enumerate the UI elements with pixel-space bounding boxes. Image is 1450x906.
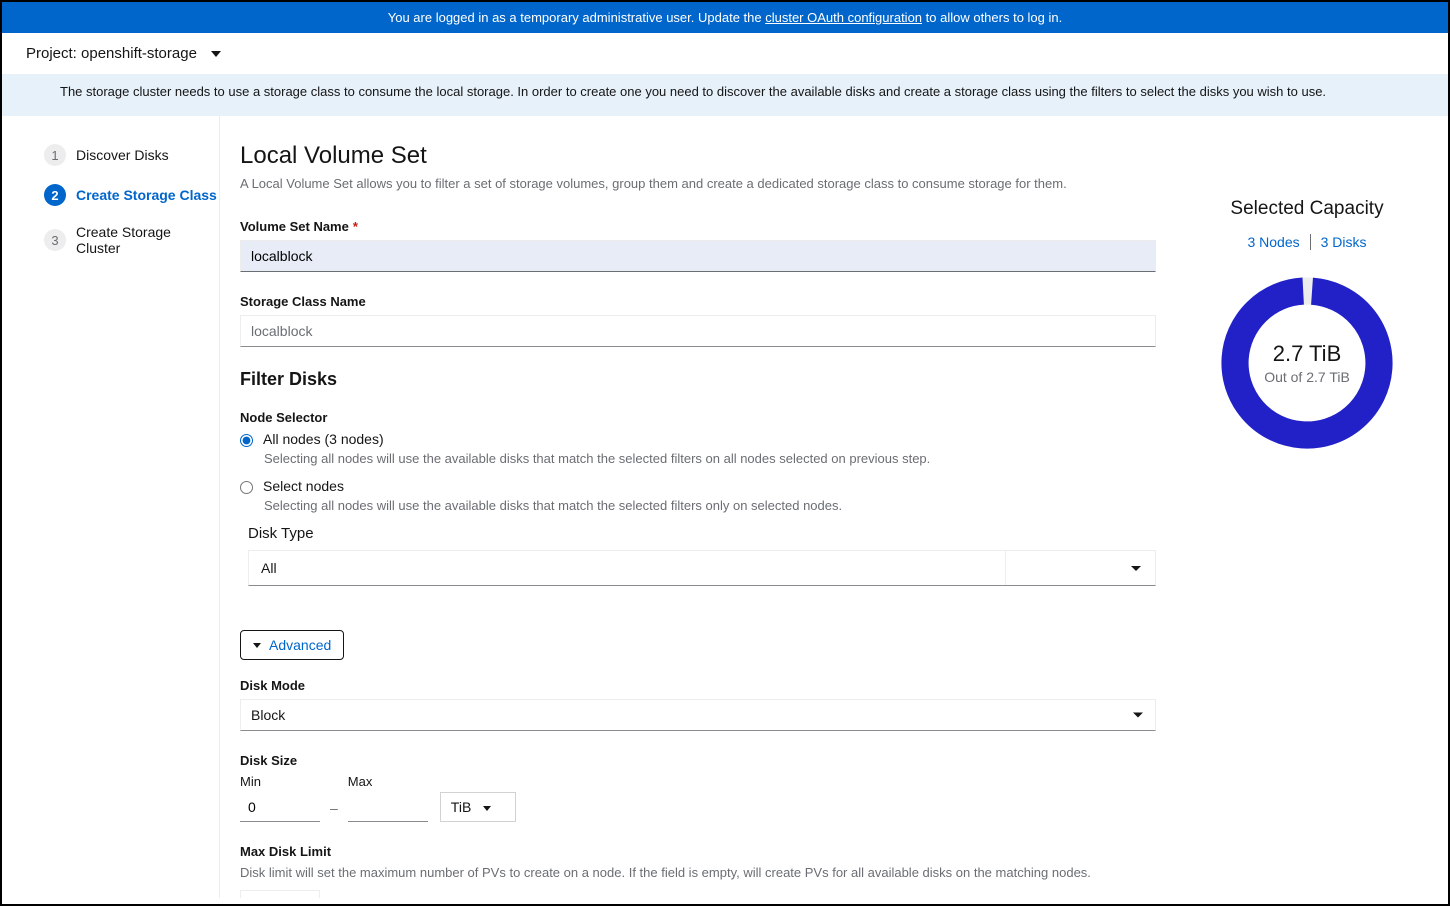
disk-type-value: All [261, 560, 277, 576]
disk-size-unit-select[interactable]: TiB [440, 792, 516, 822]
wizard-step-create-storage-class[interactable]: 2 Create Storage Class [44, 184, 219, 206]
donut-value: 2.7 TiB [1264, 341, 1350, 367]
radio-all-nodes-label: All nodes (3 nodes) [263, 431, 384, 447]
radio-select-nodes-input[interactable] [240, 481, 253, 494]
advanced-toggle[interactable]: Advanced [240, 630, 344, 660]
advanced-toggle-label: Advanced [269, 637, 331, 653]
nodes-link[interactable]: 3 Nodes [1237, 234, 1310, 250]
max-disk-limit-help: Disk limit will set the maximum number o… [240, 865, 1156, 880]
step-label: Discover Disks [76, 147, 169, 163]
filter-disks-heading: Filter Disks [240, 369, 1156, 390]
radio-select-nodes-label: Select nodes [263, 478, 344, 494]
step-number: 1 [44, 144, 66, 166]
wizard-sidebar: 1 Discover Disks 2 Create Storage Class … [2, 116, 220, 898]
banner-oauth-link[interactable]: cluster OAuth configuration [765, 10, 922, 25]
radio-all-nodes-input[interactable] [240, 434, 253, 447]
disk-type-label: Disk Type [248, 525, 1156, 542]
donut-subtext: Out of 2.7 TiB [1264, 369, 1350, 385]
required-indicator: * [353, 219, 358, 234]
project-label: Project: openshift-storage [26, 45, 197, 62]
page-title: Local Volume Set [240, 142, 1156, 170]
disk-mode-select[interactable]: Block [240, 699, 1156, 731]
page-description: A Local Volume Set allows you to filter … [240, 176, 1156, 191]
max-disk-limit-input[interactable] [240, 890, 320, 898]
step-label: Create Storage Cluster [76, 224, 219, 256]
volume-set-name-label: Volume Set Name * [240, 219, 1156, 234]
selected-capacity-title: Selected Capacity [1186, 198, 1428, 220]
disks-link[interactable]: 3 Disks [1311, 234, 1377, 250]
wizard-step-create-storage-cluster[interactable]: 3 Create Storage Cluster [44, 224, 219, 256]
disk-size-min-input[interactable] [240, 793, 320, 822]
radio-all-nodes[interactable]: All nodes (3 nodes) [240, 431, 1156, 447]
chevron-down-icon [1133, 713, 1143, 718]
max-disk-limit-label: Max Disk Limit [240, 844, 1156, 859]
range-dash: – [320, 800, 348, 822]
chevron-down-icon [1131, 566, 1141, 571]
step-number: 2 [44, 184, 66, 206]
wizard-step-discover-disks[interactable]: 1 Discover Disks [44, 144, 219, 166]
disk-type-select[interactable]: All [248, 550, 1156, 586]
disk-size-max-input[interactable] [348, 793, 428, 822]
disk-size-min-label: Min [240, 774, 320, 789]
chevron-down-icon [253, 643, 261, 648]
storage-class-name-label: Storage Class Name [240, 294, 1156, 309]
disk-size-max-label: Max [348, 774, 428, 789]
disk-mode-value: Block [251, 707, 285, 723]
disk-type-dropdown-handle[interactable] [1005, 551, 1155, 585]
project-selector[interactable]: Project: openshift-storage [2, 33, 1448, 74]
radio-all-nodes-help: Selecting all nodes will use the availab… [264, 451, 1156, 466]
volume-set-name-input[interactable] [240, 240, 1156, 272]
node-selector-label: Node Selector [240, 410, 1156, 425]
radio-select-nodes-help: Selecting all nodes will use the availab… [264, 498, 1156, 513]
banner-suffix: to allow others to log in. [922, 10, 1062, 25]
storage-class-name-input[interactable] [240, 315, 1156, 347]
disk-mode-label: Disk Mode [240, 678, 1156, 693]
info-strip: The storage cluster needs to use a stora… [2, 74, 1448, 116]
disk-size-label: Disk Size [240, 753, 1156, 768]
capacity-donut: 2.7 TiB Out of 2.7 TiB [1212, 268, 1402, 458]
chevron-down-icon [483, 806, 491, 811]
step-label: Create Storage Class [76, 187, 217, 203]
radio-select-nodes[interactable]: Select nodes [240, 478, 1156, 494]
banner-prefix: You are logged in as a temporary adminis… [388, 10, 765, 25]
disk-size-unit-value: TiB [451, 799, 471, 815]
chevron-down-icon [211, 51, 221, 57]
step-number: 3 [44, 229, 66, 251]
auth-banner: You are logged in as a temporary adminis… [2, 2, 1448, 33]
